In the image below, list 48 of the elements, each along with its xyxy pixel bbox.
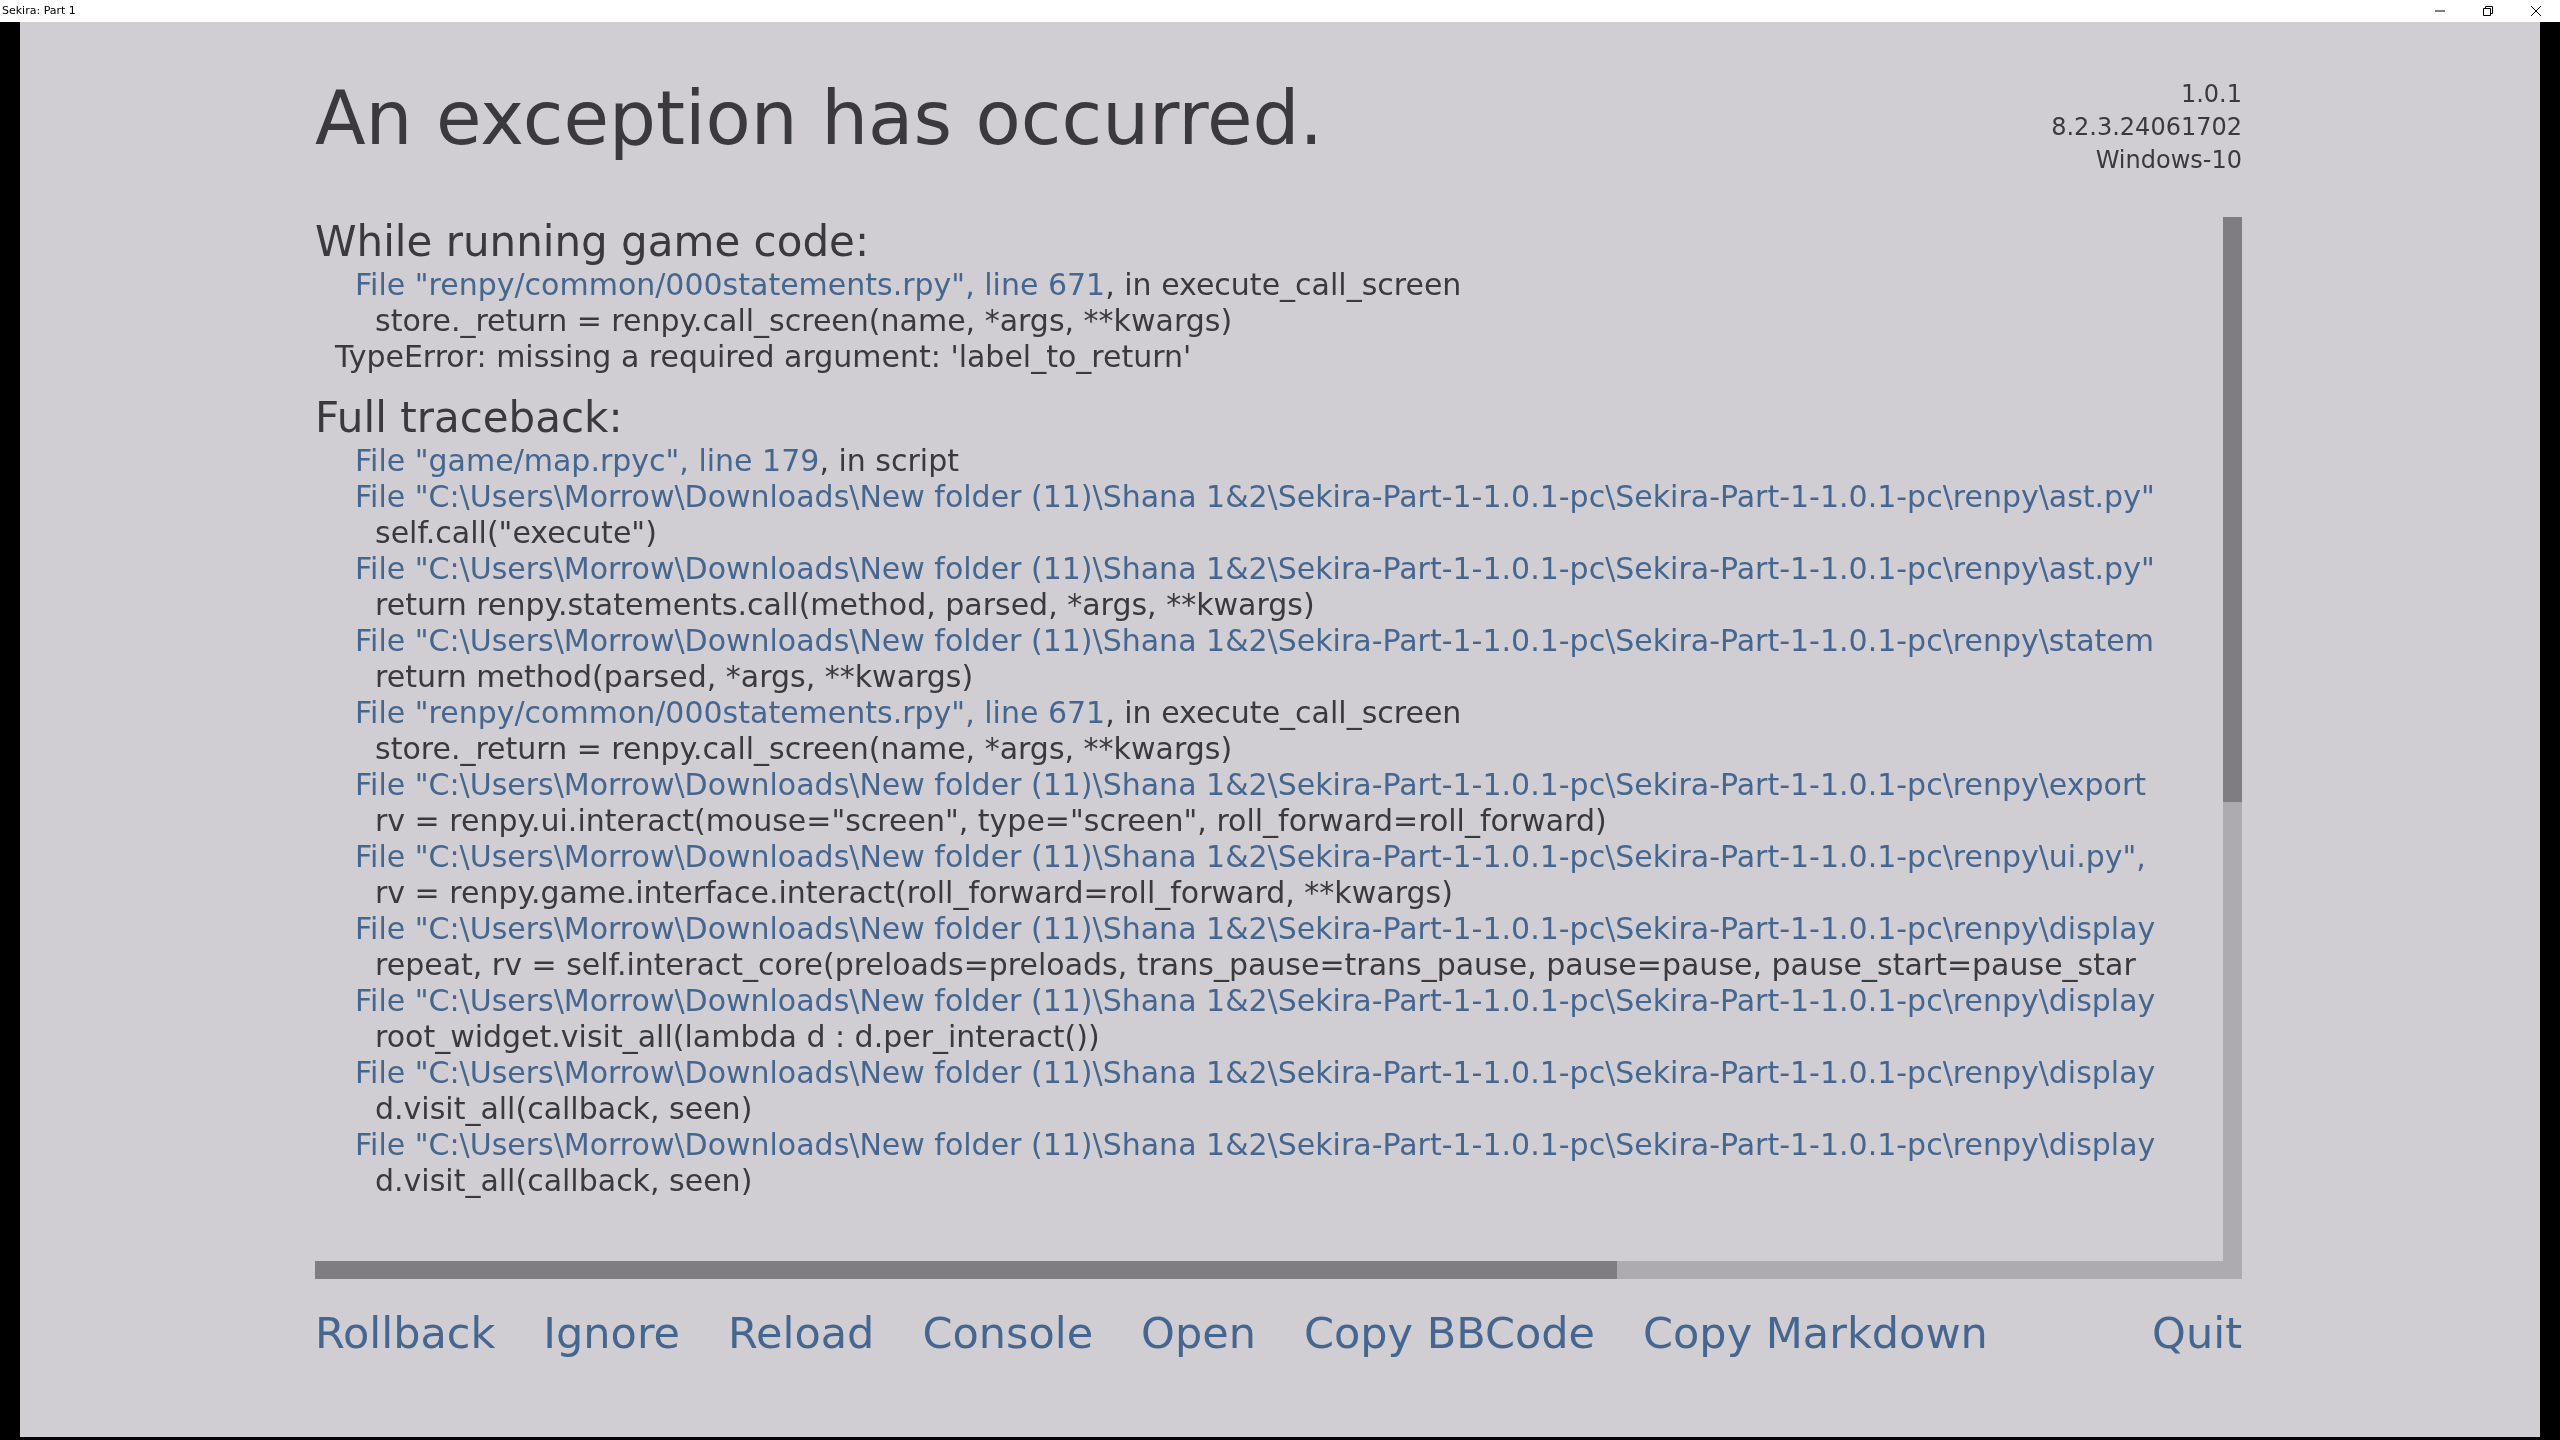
code-line: d.visit_all(callback, seen) bbox=[375, 1163, 753, 1198]
function-name: , in execute_call_screen bbox=[1105, 267, 1462, 302]
exception-title: An exception has occurred. bbox=[315, 78, 1324, 158]
quit-button[interactable]: Quit bbox=[2152, 1301, 2242, 1366]
scrollbar-thumb[interactable] bbox=[315, 1261, 1617, 1279]
version-text: Windows-10 bbox=[2095, 145, 2242, 176]
action-button[interactable]: Copy BBCode bbox=[1303, 1301, 1596, 1366]
file-link[interactable]: File "C:\Users\Morrow\Downloads\New folder (11)\Shana 1&2\Sekira-Part-1-1.0.1-pc\Sekira-Part-1-1.0.1-pc\renpy\display bbox=[355, 1127, 2156, 1162]
action-button[interactable]: Rollback bbox=[315, 1301, 496, 1366]
code-line: return method(parsed, *args, **kwargs) bbox=[375, 659, 974, 694]
error-message: TypeError: missing a required argument: 'label_to_return' bbox=[335, 339, 1192, 374]
version-text: 8.2.3.24061702 bbox=[2051, 112, 2242, 143]
version-text: 1.0.1 bbox=[2180, 79, 2242, 110]
action-button[interactable]: Console bbox=[922, 1301, 1094, 1366]
action-button[interactable]: Ignore bbox=[543, 1301, 681, 1366]
action-button[interactable]: Reload bbox=[728, 1301, 875, 1366]
restore-icon[interactable] bbox=[2483, 6, 2493, 16]
close-icon[interactable] bbox=[2531, 6, 2541, 16]
file-link[interactable]: File "C:\Users\Morrow\Downloads\New folder (11)\Shana 1&2\Sekira-Part-1-1.0.1-pc\Sekira-Part-1-1.0.1-pc\renpy\statem bbox=[355, 623, 2155, 658]
file-link[interactable]: File "C:\Users\Morrow\Downloads\New folder (11)\Shana 1&2\Sekira-Part-1-1.0.1-pc\Sekira-Part-1-1.0.1-pc\renpy\display bbox=[355, 911, 2156, 946]
action-button[interactable]: Copy Markdown bbox=[1643, 1301, 1988, 1366]
file-link[interactable]: File "C:\Users\Morrow\Downloads\New folder (11)\Shana 1&2\Sekira-Part-1-1.0.1-pc\Sekira-Part-1-1.0.1-pc\renpy\export bbox=[355, 767, 2146, 802]
window-title: Sekira: Part 1 bbox=[2, 2, 76, 19]
code-line: rv = renpy.ui.interact(mouse="screen", type="screen", roll_forward=roll_forward) bbox=[375, 803, 1607, 838]
code-line: d.visit_all(callback, seen) bbox=[375, 1091, 753, 1126]
code-line: repeat, rv = self.interact_core(preloads=preloads, trans_pause=trans_pause, pause=pause, pause_start=pause_star bbox=[375, 947, 2136, 982]
file-link[interactable]: File "renpy/common/000statements.rpy", line 671 bbox=[355, 267, 1106, 302]
file-link[interactable]: File "game/map.rpyc", line 179 bbox=[355, 443, 820, 478]
file-link[interactable]: File "C:\Users\Morrow\Downloads\New folder (11)\Shana 1&2\Sekira-Part-1-1.0.1-pc\Sekira-Part-1-1.0.1-pc\renpy\ast.py" bbox=[355, 479, 2155, 514]
function-name: , in script bbox=[819, 443, 959, 478]
function-name: , in execute_call_screen bbox=[1105, 695, 1462, 730]
section-heading: Full traceback: bbox=[315, 393, 624, 443]
file-link[interactable]: File "C:\Users\Morrow\Downloads\New folder (11)\Shana 1&2\Sekira-Part-1-1.0.1-pc\Sekira-Part-1-1.0.1-pc\renpy\display bbox=[355, 983, 2156, 1018]
action-button[interactable]: Open bbox=[1141, 1301, 1256, 1366]
vertical-scrollbar[interactable] bbox=[2223, 217, 2242, 1279]
code-line: self.call("execute") bbox=[375, 515, 657, 550]
scrollbar-thumb[interactable] bbox=[2223, 217, 2242, 802]
code-line: return renpy.statements.call(method, parsed, *args, **kwargs) bbox=[375, 587, 1315, 622]
file-link[interactable]: File "C:\Users\Morrow\Downloads\New folder (11)\Shana 1&2\Sekira-Part-1-1.0.1-pc\Sekira-Part-1-1.0.1-pc\renpy\display bbox=[355, 1055, 2156, 1090]
code-line: store._return = renpy.call_screen(name, *args, **kwargs) bbox=[375, 303, 1233, 338]
code-line: store._return = renpy.call_screen(name, *args, **kwargs) bbox=[375, 731, 1233, 766]
section-heading: While running game code: bbox=[315, 217, 871, 267]
file-link[interactable]: File "C:\Users\Morrow\Downloads\New folder (11)\Shana 1&2\Sekira-Part-1-1.0.1-pc\Sekira-Part-1-1.0.1-pc\renpy\ui.py", bbox=[355, 839, 2146, 874]
code-line: root_widget.visit_all(lambda d : d.per_interact()) bbox=[375, 1019, 1100, 1054]
file-link[interactable]: File "C:\Users\Morrow\Downloads\New folder (11)\Shana 1&2\Sekira-Part-1-1.0.1-pc\Sekira-Part-1-1.0.1-pc\renpy\ast.py" bbox=[355, 551, 2155, 586]
code-line: rv = renpy.game.interface.interact(roll_forward=roll_forward, **kwargs) bbox=[375, 875, 1453, 910]
file-link[interactable]: File "renpy/common/000statements.rpy", line 671 bbox=[355, 695, 1106, 730]
horizontal-scrollbar[interactable] bbox=[315, 1261, 2223, 1279]
